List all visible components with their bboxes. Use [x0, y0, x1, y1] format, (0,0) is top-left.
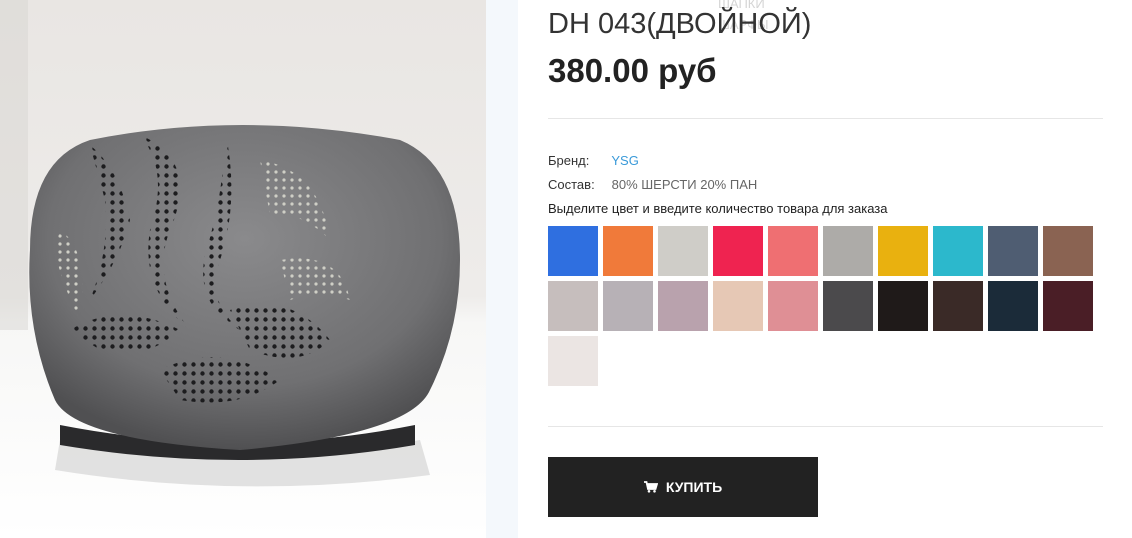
- color-swatch[interactable]: [603, 281, 653, 331]
- composition-value: 80% ШЕРСТИ 20% ПАН: [611, 177, 758, 192]
- brand-row: Бренд: YSG: [548, 153, 639, 168]
- product-price: 380.00 руб: [548, 52, 717, 89]
- color-swatch[interactable]: [823, 226, 873, 276]
- divider: [548, 426, 1103, 427]
- color-swatch[interactable]: [933, 281, 983, 331]
- color-swatch[interactable]: [548, 281, 598, 331]
- product-photo[interactable]: [0, 0, 486, 538]
- color-swatches: [548, 226, 1108, 391]
- beret-image: [0, 0, 486, 538]
- color-swatch[interactable]: [933, 226, 983, 276]
- buy-button[interactable]: КУПИТЬ: [548, 457, 818, 517]
- color-swatch[interactable]: [988, 226, 1038, 276]
- color-swatch[interactable]: [658, 281, 708, 331]
- color-swatch[interactable]: [658, 226, 708, 276]
- color-swatch[interactable]: [878, 281, 928, 331]
- color-swatch[interactable]: [988, 281, 1038, 331]
- side-strip: [486, 0, 518, 538]
- color-swatch[interactable]: [603, 226, 653, 276]
- color-swatch[interactable]: [1043, 281, 1093, 331]
- divider: [548, 118, 1103, 119]
- brand-link[interactable]: YSG: [611, 153, 638, 168]
- brand-label: Бренд:: [548, 153, 590, 168]
- color-swatch[interactable]: [713, 226, 763, 276]
- color-hint: Выделите цвет и введите количество товар…: [548, 201, 888, 216]
- composition-row: Состав: 80% ШЕРСТИ 20% ПАН: [548, 177, 757, 192]
- color-swatch[interactable]: [768, 281, 818, 331]
- color-swatch[interactable]: [1043, 226, 1093, 276]
- color-swatch[interactable]: [713, 281, 763, 331]
- color-swatch[interactable]: [768, 226, 818, 276]
- buy-label: КУПИТЬ: [665, 479, 723, 495]
- color-swatch[interactable]: [823, 281, 873, 331]
- product-title: DH 043(ДВОЙНОЙ): [548, 8, 812, 40]
- color-swatch[interactable]: [548, 226, 598, 276]
- cart-icon: [643, 481, 658, 493]
- color-swatch[interactable]: [878, 226, 928, 276]
- composition-label: Состав:: [548, 177, 595, 192]
- color-swatch[interactable]: [548, 336, 598, 386]
